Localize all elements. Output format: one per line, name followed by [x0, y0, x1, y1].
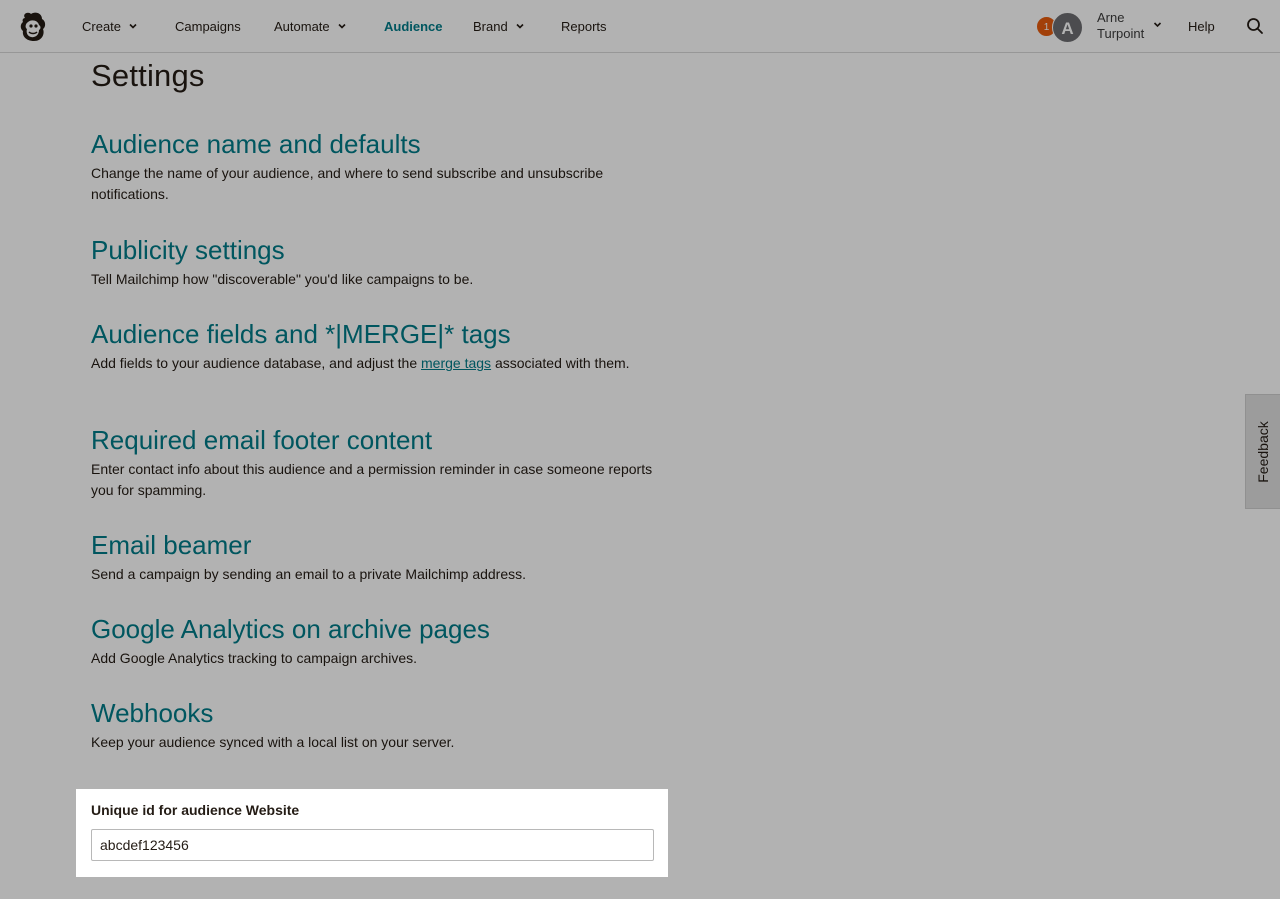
section-email-beamer: Email beamer Send a campaign by sending …	[91, 529, 661, 585]
unique-id-card: Unique id for audience Website	[76, 789, 668, 877]
section-description: Tell Mailchimp how "discoverable" you'd …	[91, 271, 474, 287]
nav-reports-label: Reports	[561, 19, 607, 34]
unique-id-label: Unique id for audience Website	[91, 802, 300, 818]
nav-brand-label: Brand	[473, 19, 508, 34]
section-link[interactable]: Required email footer content	[91, 424, 661, 456]
section-description: Send a campaign by sending an email to a…	[91, 566, 527, 582]
nav-brand[interactable]: Brand	[473, 0, 524, 53]
mailchimp-logo-icon[interactable]	[16, 10, 50, 44]
chevron-down-icon	[129, 23, 137, 29]
feedback-tab[interactable]: Feedback	[1245, 394, 1280, 509]
section-link[interactable]: Email beamer	[91, 529, 661, 561]
section-link[interactable]: Publicity settings	[91, 234, 661, 266]
nav-campaigns[interactable]: Campaigns	[175, 0, 241, 53]
section-google-analytics: Google Analytics on archive pages Add Go…	[91, 613, 661, 669]
feedback-label: Feedback	[1255, 420, 1271, 483]
section-description: Add fields to your audience database, an…	[91, 353, 661, 374]
section-publicity: Publicity settings Tell Mailchimp how "d…	[91, 234, 661, 290]
chevron-down-icon	[516, 23, 524, 29]
description-text: Add fields to your audience database, an…	[91, 355, 422, 371]
search-icon[interactable]	[1246, 17, 1264, 35]
description-text: associated with them.	[491, 355, 630, 371]
nav-create-label: Create	[82, 19, 122, 34]
nav-audience[interactable]: Audience	[384, 0, 443, 53]
page-title: Settings	[91, 58, 205, 93]
section-description: Change the name of your audience, and wh…	[91, 165, 604, 202]
nav-campaigns-label: Campaigns	[175, 19, 241, 34]
section-link[interactable]: Webhooks	[91, 697, 661, 729]
section-link[interactable]: Audience name and defaults	[91, 128, 661, 160]
top-navigation: Create Campaigns Automate Audience Brand…	[0, 0, 1280, 53]
user-last-name: Turpoint	[1097, 26, 1145, 41]
chevron-down-icon[interactable]	[1153, 20, 1162, 29]
chevron-down-icon	[338, 23, 346, 29]
section-link[interactable]: Audience fields and *|MERGE|* tags	[91, 318, 661, 350]
section-audience-name: Audience name and defaults Change the na…	[91, 128, 661, 205]
user-first-name: Arne	[1097, 10, 1125, 25]
section-footer-content: Required email footer content Enter cont…	[91, 424, 661, 501]
nav-audience-label: Audience	[384, 19, 443, 34]
account-menu[interactable]: Arne Turpoint	[1097, 10, 1144, 42]
merge-tags-link[interactable]: merge tags	[421, 355, 491, 371]
section-description: Enter contact info about this audience a…	[91, 461, 653, 498]
nav-create[interactable]: Create	[82, 0, 137, 53]
nav-reports[interactable]: Reports	[561, 0, 607, 53]
unique-id-field[interactable]	[91, 829, 654, 861]
section-audience-fields: Audience fields and *|MERGE|* tags Add f…	[91, 318, 661, 374]
section-webhooks: Webhooks Keep your audience synced with …	[91, 697, 661, 753]
help-link[interactable]: Help	[1188, 0, 1215, 53]
section-description: Keep your audience synced with a local l…	[91, 734, 455, 750]
section-description: Add Google Analytics tracking to campaig…	[91, 650, 418, 666]
section-link[interactable]: Google Analytics on archive pages	[91, 613, 661, 645]
avatar[interactable]: A	[1052, 12, 1083, 43]
nav-automate[interactable]: Automate	[274, 0, 346, 53]
nav-automate-label: Automate	[274, 19, 330, 34]
